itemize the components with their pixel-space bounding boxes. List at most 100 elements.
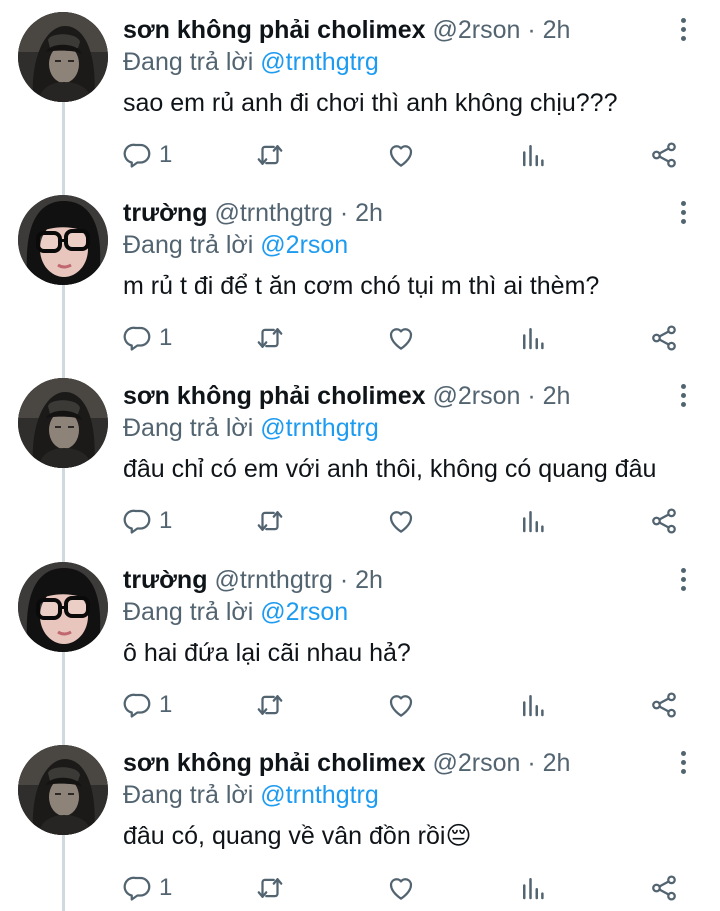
timestamp[interactable]: 2h	[355, 199, 383, 227]
separator-dot: ·	[527, 16, 536, 44]
reply-button[interactable]: 1	[123, 504, 172, 538]
tweet-text: đâu chỉ có em với anh thôi, không có qua…	[123, 455, 657, 483]
avatar[interactable]	[18, 562, 108, 652]
more-options-icon[interactable]	[670, 380, 698, 410]
tweet-text: ô hai đứa lại cãi nhau hả?	[123, 639, 411, 667]
tweet[interactable]: sơn không phải cholimex @2rson · 2h Đang…	[0, 733, 720, 911]
display-name[interactable]: sơn không phải cholimex	[123, 749, 426, 777]
reply-icon	[123, 509, 151, 534]
more-options-icon[interactable]	[670, 14, 698, 44]
retweet-button[interactable]	[255, 504, 285, 538]
share-button[interactable]	[649, 871, 679, 905]
share-button[interactable]	[649, 688, 679, 722]
tweet-text: sao em rủ anh đi chơi thì anh không chịu…	[123, 89, 618, 117]
mention-link[interactable]: @trnthgtrg	[260, 414, 378, 442]
like-button[interactable]	[386, 871, 416, 905]
reply-icon	[123, 326, 151, 351]
analytics-button[interactable]	[518, 688, 548, 722]
share-icon	[652, 508, 676, 534]
replying-to: Đang trả lời @2rson	[123, 229, 348, 261]
display-name[interactable]: trường	[123, 566, 207, 594]
replying-to-label: Đang trả lời	[123, 48, 254, 76]
timestamp[interactable]: 2h	[543, 382, 571, 410]
mention-link[interactable]: @2rson	[260, 598, 348, 626]
username-handle[interactable]: @2rson	[433, 749, 521, 777]
separator-dot: ·	[527, 382, 536, 410]
share-button[interactable]	[649, 138, 679, 172]
analytics-icon	[523, 511, 544, 533]
tweet-actions: 1	[123, 504, 683, 538]
analytics-button[interactable]	[518, 321, 548, 355]
mention-link[interactable]: @trnthgtrg	[260, 781, 378, 809]
share-icon	[652, 325, 676, 351]
avatar[interactable]	[18, 195, 108, 285]
display-name[interactable]: sơn không phải cholimex	[123, 16, 426, 44]
heart-icon	[389, 511, 413, 533]
username-handle[interactable]: @trnthgtrg	[214, 199, 332, 227]
tweet[interactable]: trường @trnthgtrg · 2h Đang trả lời @2rs…	[0, 183, 720, 366]
analytics-icon	[523, 878, 544, 900]
replying-to-label: Đang trả lời	[123, 781, 254, 809]
heart-icon	[389, 878, 413, 900]
reply-count: 1	[159, 324, 173, 351]
more-options-icon[interactable]	[670, 564, 698, 594]
more-options-icon[interactable]	[670, 747, 698, 777]
timestamp[interactable]: 2h	[543, 16, 571, 44]
separator-dot: ·	[339, 199, 349, 227]
username-handle[interactable]: @2rson	[433, 16, 521, 44]
share-icon	[652, 875, 676, 901]
avatar[interactable]	[18, 745, 108, 835]
analytics-button[interactable]	[518, 504, 548, 538]
reply-button[interactable]: 1	[123, 138, 172, 172]
replying-to: Đang trả lời @trnthgtrg	[123, 412, 379, 444]
avatar[interactable]	[18, 12, 108, 102]
retweet-icon	[257, 511, 283, 531]
tweet-header: trường @trnthgtrg · 2h	[123, 197, 383, 229]
mention-link[interactable]: @trnthgtrg	[260, 48, 378, 76]
tweet[interactable]: sơn không phải cholimex @2rson · 2h Đang…	[0, 0, 720, 183]
analytics-icon	[523, 328, 544, 350]
like-button[interactable]	[386, 138, 416, 172]
reply-count: 1	[159, 874, 173, 901]
retweet-icon	[257, 328, 283, 348]
retweet-button[interactable]	[255, 871, 285, 905]
tweet[interactable]: trường @trnthgtrg · 2h Đang trả lời @2rs…	[0, 550, 720, 733]
reply-button[interactable]: 1	[123, 688, 172, 722]
tweet-actions: 1	[123, 871, 683, 905]
reply-icon	[123, 693, 151, 718]
mention-link[interactable]: @2rson	[260, 231, 348, 259]
like-button[interactable]	[386, 504, 416, 538]
like-button[interactable]	[386, 688, 416, 722]
tweet-header: sơn không phải cholimex @2rson · 2h	[123, 14, 570, 46]
share-icon	[652, 692, 676, 718]
retweet-button[interactable]	[255, 688, 285, 722]
replying-to-label: Đang trả lời	[123, 414, 254, 442]
share-button[interactable]	[649, 504, 679, 538]
retweet-button[interactable]	[255, 321, 285, 355]
display-name[interactable]: sơn không phải cholimex	[123, 382, 426, 410]
reply-button[interactable]: 1	[123, 871, 172, 905]
timestamp[interactable]: 2h	[355, 566, 383, 594]
tweet-text: đâu có, quang về vân đồn rồi😔	[123, 822, 472, 850]
retweet-button[interactable]	[255, 138, 285, 172]
tweet[interactable]: sơn không phải cholimex @2rson · 2h Đang…	[0, 366, 720, 549]
retweet-icon	[257, 145, 283, 165]
share-button[interactable]	[649, 321, 679, 355]
tweet-text: m rủ t đi để t ăn cơm chó tụi m thì ai t…	[123, 272, 600, 300]
reply-button[interactable]: 1	[123, 321, 172, 355]
share-icon	[652, 142, 676, 168]
replying-to-label: Đang trả lời	[123, 231, 254, 259]
heart-icon	[389, 328, 413, 350]
reply-count: 1	[159, 507, 173, 534]
analytics-button[interactable]	[518, 871, 548, 905]
avatar[interactable]	[18, 378, 108, 468]
retweet-icon	[257, 878, 283, 898]
like-button[interactable]	[386, 321, 416, 355]
replying-to: Đang trả lời @trnthgtrg	[123, 46, 379, 78]
username-handle[interactable]: @trnthgtrg	[214, 566, 332, 594]
display-name[interactable]: trường	[123, 199, 207, 227]
analytics-button[interactable]	[518, 138, 548, 172]
timestamp[interactable]: 2h	[543, 749, 571, 777]
username-handle[interactable]: @2rson	[433, 382, 521, 410]
more-options-icon[interactable]	[670, 197, 698, 227]
